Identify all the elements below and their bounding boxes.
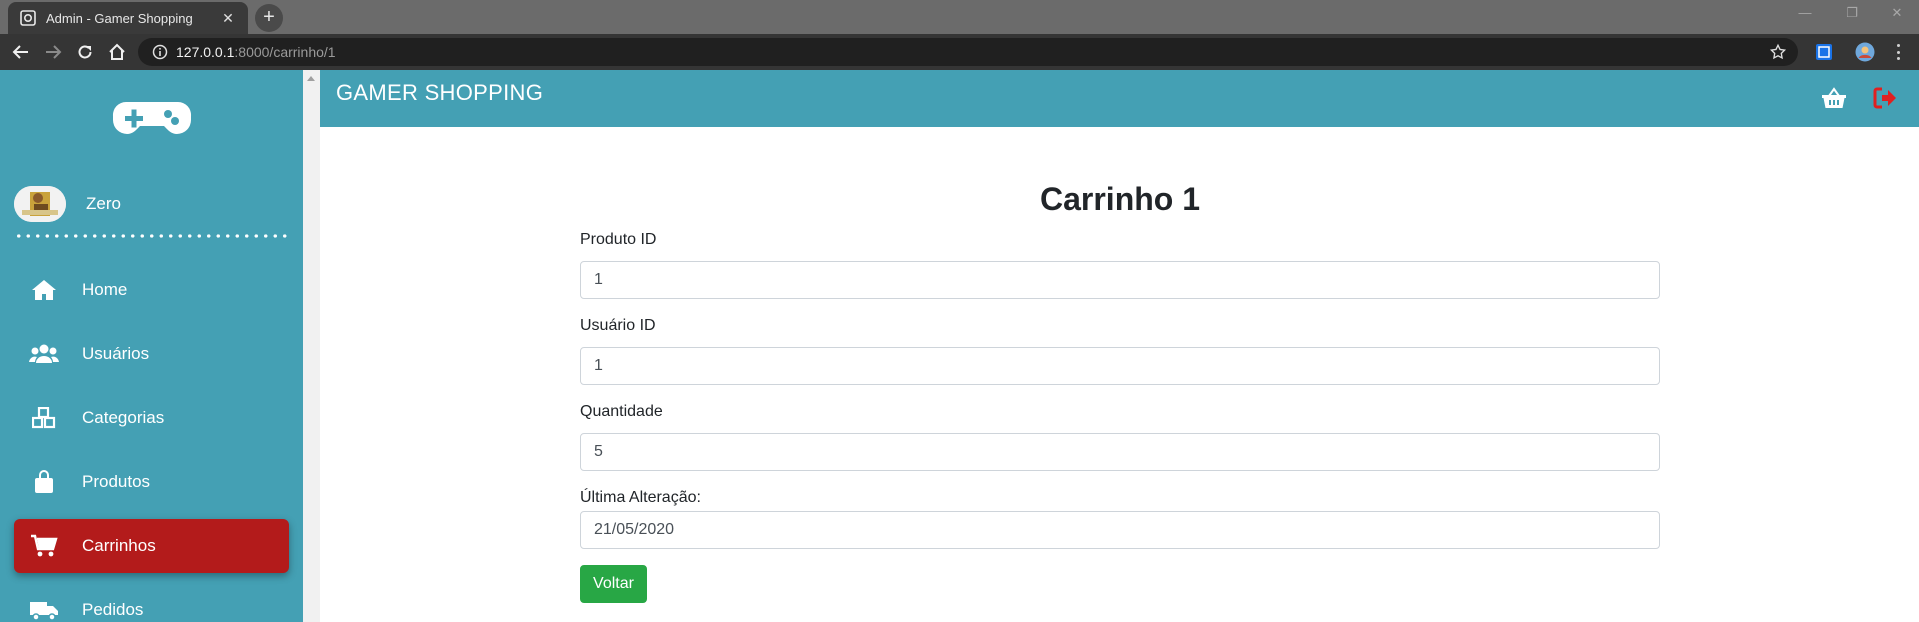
url-host: 127.0.0.1 [176, 44, 235, 60]
bookmark-star-icon[interactable] [1758, 38, 1798, 66]
site-info-icon[interactable] [152, 44, 168, 60]
sidebar-item-home[interactable]: Home [14, 263, 289, 317]
new-tab-button[interactable]: + [255, 4, 283, 32]
profile-avatar-icon[interactable] [1855, 42, 1875, 62]
browser-toolbar: 127.0.0.1:8000/carrinho/1 [0, 34, 1919, 70]
sidebar-item-label: Produtos [82, 472, 151, 491]
quantidade-label: Quantidade [580, 403, 663, 420]
quantidade-field[interactable] [580, 433, 1660, 471]
scroll-up-arrow-icon[interactable] [307, 76, 315, 81]
minimize-icon[interactable]: — [1795, 5, 1815, 20]
cubes-icon [28, 405, 60, 431]
forward-arrow-icon[interactable] [42, 41, 64, 63]
browser-menu-icon[interactable] [1890, 42, 1906, 62]
dotted-divider [14, 234, 290, 238]
scrollbar[interactable] [303, 70, 320, 622]
address-bar[interactable]: 127.0.0.1:8000/carrinho/1 [138, 38, 1798, 66]
top-header: GAMER SHOPPING [320, 70, 1919, 127]
cart-icon [28, 533, 60, 559]
user-name: Zero [86, 194, 121, 213]
gamepad-icon[interactable] [112, 98, 192, 143]
reload-icon[interactable] [74, 41, 96, 63]
sidebar-item-usuarios[interactable]: Usuários [14, 327, 289, 381]
usuario-id-label: Usuário ID [580, 317, 656, 334]
sidebar-item-categorias[interactable]: Categorias [14, 391, 289, 445]
home-button-icon[interactable] [106, 41, 128, 63]
logout-icon[interactable] [1871, 84, 1899, 112]
user-profile[interactable]: Zero [14, 186, 121, 222]
browser-tab-strip: Admin - Gamer Shopping ✕ + — ❐ ✕ [0, 0, 1919, 34]
avatar [14, 186, 66, 222]
sidebar-item-label: Home [82, 280, 128, 299]
ultima-alteracao-field[interactable] [580, 511, 1660, 549]
sidebar-item-carrinhos[interactable]: Carrinhos [14, 519, 289, 573]
url-path: :8000/carrinho/1 [234, 44, 336, 60]
users-icon [28, 341, 60, 367]
back-button[interactable]: Voltar [580, 565, 647, 603]
sidebar-item-label: Pedidos [82, 600, 144, 619]
ultima-alteracao-label: Última Alteração: [580, 489, 701, 506]
extension-icon[interactable] [1814, 42, 1834, 62]
sidebar-item-label: Categorias [82, 408, 165, 427]
basket-icon[interactable] [1820, 84, 1848, 112]
restore-icon[interactable]: ❐ [1842, 5, 1862, 21]
sidebar-item-pedidos[interactable]: Pedidos [14, 583, 289, 622]
sidebar-item-label: Carrinhos [82, 536, 156, 555]
home-icon [28, 277, 60, 303]
sidebar-item-label: Usuários [82, 344, 150, 363]
page-title: Carrinho 1 [1039, 181, 1201, 217]
tab-close-icon[interactable]: ✕ [220, 10, 236, 27]
produto-id-label: Produto ID [580, 231, 657, 248]
truck-icon [28, 597, 60, 622]
shopping-bag-icon [28, 469, 60, 495]
produto-id-field[interactable] [580, 261, 1660, 299]
usuario-id-field[interactable] [580, 347, 1660, 385]
sidebar: Zero Home Usuários Categorias Produtos C… [0, 70, 303, 622]
tab-title: Admin - Gamer Shopping [46, 10, 193, 26]
brand-title[interactable]: GAMER SHOPPING [336, 80, 543, 106]
browser-tab[interactable]: Admin - Gamer Shopping ✕ [8, 2, 248, 34]
window-close-icon[interactable]: ✕ [1887, 5, 1907, 21]
site-favicon-icon [20, 10, 36, 26]
sidebar-item-produtos[interactable]: Produtos [14, 455, 289, 509]
back-arrow-icon[interactable] [10, 41, 32, 63]
